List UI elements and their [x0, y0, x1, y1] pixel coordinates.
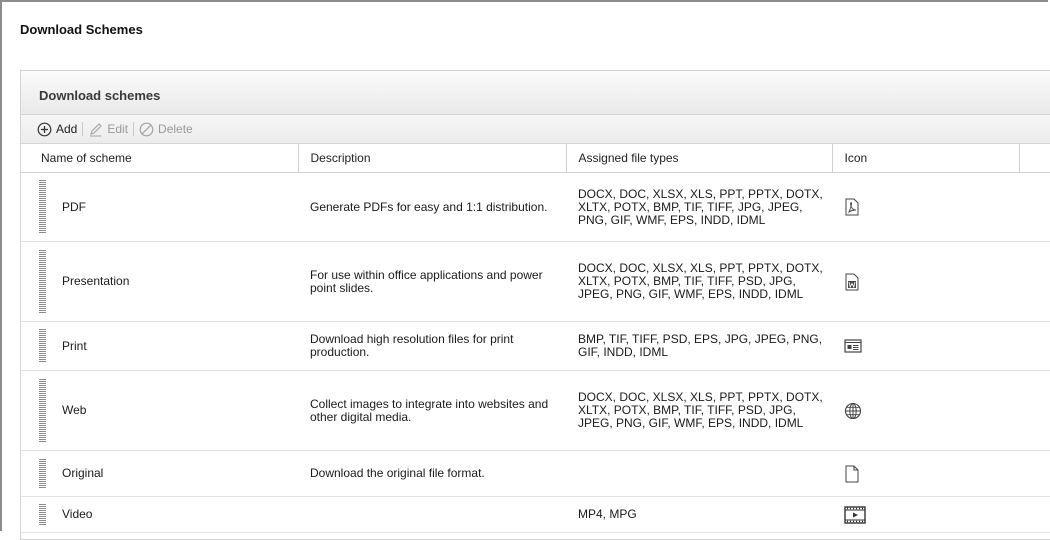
- empty-cell: [1019, 321, 1050, 371]
- icon-cell: [832, 241, 1019, 322]
- file-types-cell: DOCX, DOC, XLSX, XLS, PPT, PPTX, DOTX, X…: [566, 241, 832, 322]
- icon-cell: [832, 450, 1019, 497]
- name-cell: Print: [21, 321, 298, 371]
- name-cell: Web: [21, 370, 298, 451]
- column-header-extra: [1019, 144, 1050, 173]
- edit-button[interactable]: Edit: [88, 122, 128, 137]
- drag-handle[interactable]: [39, 180, 46, 234]
- file-types-cell: [566, 450, 832, 497]
- empty-cell: [1019, 496, 1050, 533]
- file-types-cell: DOCX, DOC, XLSX, XLS, PPT, PPTX, DOTX, X…: [566, 172, 832, 242]
- drag-handle[interactable]: [39, 329, 46, 363]
- download-schemes-panel: Download schemes Add Edit Delete Name of…: [20, 70, 1050, 540]
- globe-icon: [844, 402, 862, 419]
- scheme-name: Web: [62, 403, 87, 417]
- icon-cell: [832, 172, 1019, 242]
- drag-handle[interactable]: [39, 458, 46, 489]
- scheme-name: Original: [62, 466, 104, 480]
- delete-button[interactable]: Delete: [139, 122, 193, 137]
- table-row[interactable]: Video MP4, MPG: [21, 496, 1050, 533]
- pdf-file-icon: [845, 198, 859, 216]
- table-row[interactable]: Web Collect images to integrate into web…: [21, 370, 1050, 451]
- print-layout-icon: [844, 339, 862, 353]
- blank-file-icon: [845, 465, 859, 482]
- page-title: Download Schemes: [20, 22, 143, 37]
- word-file-icon: [845, 273, 859, 290]
- add-icon: [37, 122, 52, 136]
- toolbar-separator: [133, 122, 135, 136]
- description-cell: Download high resolution files for print…: [298, 321, 566, 371]
- table-row[interactable]: Presentation For use within office appli…: [21, 241, 1050, 322]
- icon-cell: [832, 370, 1019, 451]
- empty-cell: [1019, 172, 1050, 242]
- video-film-icon: [844, 505, 866, 524]
- name-cell: PDF: [21, 172, 298, 242]
- toolbar: Add Edit Delete: [21, 115, 1050, 144]
- empty-cell: [1019, 370, 1050, 451]
- drag-handle[interactable]: [39, 249, 46, 314]
- empty-cell: [1019, 241, 1050, 322]
- edit-label: Edit: [107, 122, 129, 136]
- prohibited-icon: [139, 122, 154, 136]
- icon-cell: [832, 321, 1019, 371]
- delete-label: Delete: [158, 122, 193, 136]
- file-types-cell: DOCX, DOC, XLSX, XLS, PPT, PPTX, DOTX, X…: [566, 370, 832, 451]
- file-types-cell: BMP, TIF, TIFF, PSD, EPS, JPG, JPEG, PNG…: [566, 321, 832, 371]
- icon-cell: [832, 496, 1019, 533]
- file-types-cell: MP4, MPG: [566, 496, 832, 533]
- panel-title: Download schemes: [21, 71, 1050, 115]
- column-header-name[interactable]: Name of scheme: [21, 144, 299, 173]
- name-cell: Presentation: [21, 241, 298, 322]
- toolbar-separator: [82, 122, 84, 136]
- drag-handle[interactable]: [39, 503, 46, 526]
- scheme-name: Presentation: [62, 274, 130, 288]
- schemes-table: Name of scheme Description Assigned file…: [21, 144, 1050, 533]
- add-label: Add: [56, 122, 78, 136]
- table-row[interactable]: Original Download the original file form…: [21, 450, 1050, 497]
- scheme-name: Video: [62, 507, 93, 521]
- description-cell: Collect images to integrate into website…: [298, 370, 566, 451]
- description-cell: Generate PDFs for easy and 1:1 distribut…: [298, 172, 566, 242]
- table-header-row: Name of scheme Description Assigned file…: [21, 144, 1050, 173]
- name-cell: Video: [21, 496, 298, 533]
- table-row[interactable]: PDF Generate PDFs for easy and 1:1 distr…: [21, 172, 1050, 242]
- description-cell: For use within office applications and p…: [298, 241, 566, 322]
- scheme-name: Print: [62, 338, 87, 353]
- description-cell: Download the original file format.: [298, 450, 566, 497]
- name-cell: Original: [21, 450, 298, 497]
- scheme-name: PDF: [62, 199, 86, 214]
- pencil-icon: [90, 122, 103, 136]
- column-header-file-types[interactable]: Assigned file types: [566, 144, 833, 173]
- column-header-description[interactable]: Description: [298, 144, 567, 173]
- table-row[interactable]: Print Download high resolution files for…: [21, 321, 1050, 371]
- column-header-icon[interactable]: Icon: [832, 144, 1020, 173]
- description-cell: [298, 496, 566, 533]
- add-button[interactable]: Add: [37, 122, 77, 137]
- drag-handle[interactable]: [39, 378, 46, 443]
- empty-cell: [1019, 450, 1050, 497]
